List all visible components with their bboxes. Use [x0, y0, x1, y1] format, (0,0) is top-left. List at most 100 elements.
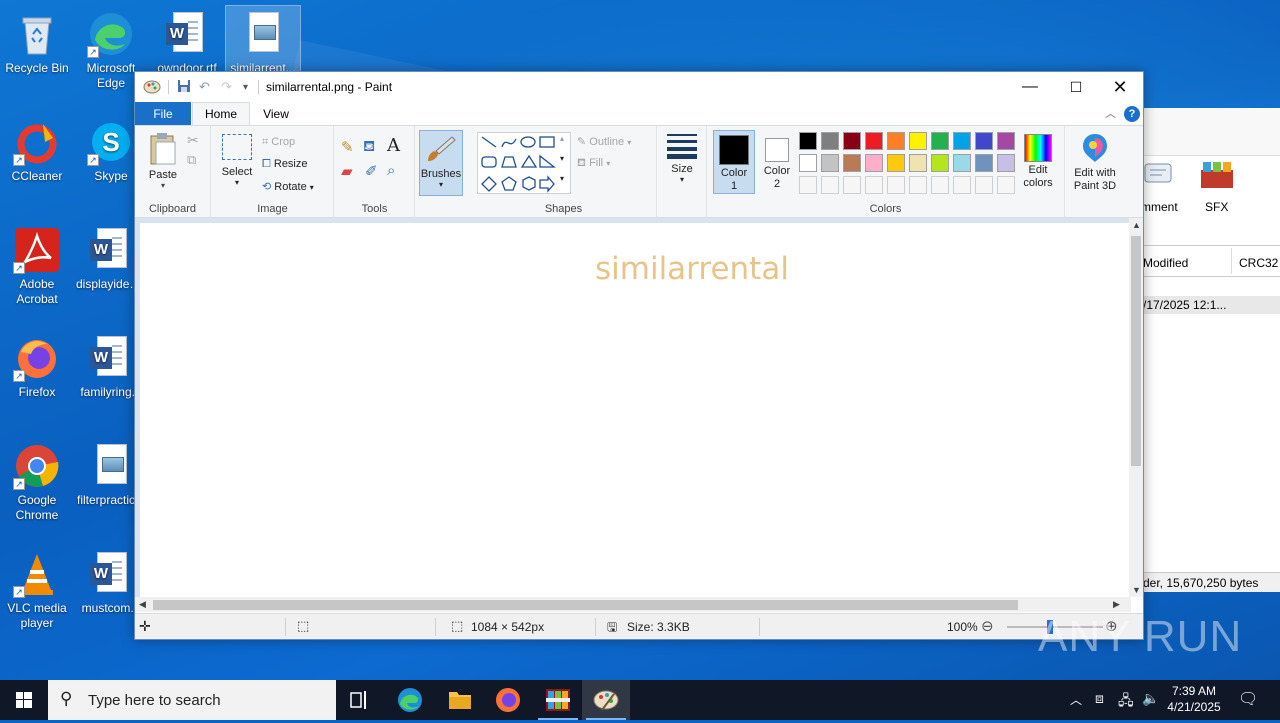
palette-swatch[interactable] [997, 132, 1015, 150]
help-button[interactable]: ? [1124, 106, 1140, 122]
task-view-button[interactable] [336, 680, 384, 720]
tab-view[interactable]: View [251, 102, 301, 126]
title-bar[interactable]: ↶ ↷ ▾ similarrental.png - Paint — ☐ ✕ [135, 72, 1143, 102]
network-icon[interactable]: 🖧 [1118, 690, 1134, 714]
palette-swatch[interactable] [821, 132, 839, 150]
palette-swatch[interactable] [843, 132, 861, 150]
scroll-down-icon[interactable]: ▼ [1132, 585, 1141, 595]
color2-button[interactable]: Color 2 [757, 130, 797, 194]
tab-home[interactable]: Home [192, 102, 250, 126]
desktop-icon-adobe-acrobat[interactable]: ↗ Adobe Acrobat [0, 222, 74, 307]
column-crc32[interactable]: CRC32 [1239, 256, 1278, 270]
desktop-icon-firefox[interactable]: ↗ Firefox [0, 330, 74, 400]
palette-swatch[interactable] [865, 132, 883, 150]
scroll-up-icon[interactable]: ▲ [1132, 220, 1141, 230]
background-archive-window[interactable]: mment SFX Modified CRC32 /17/2025 12:1..… [1138, 108, 1280, 592]
maximize-button[interactable]: ☐ [1053, 72, 1099, 102]
collapse-ribbon-icon[interactable]: ︿ [1105, 105, 1116, 121]
edit-with-paint3d-button[interactable]: Edit with Paint 3D [1067, 130, 1123, 193]
paint-app-icon[interactable] [143, 79, 161, 98]
palette-swatch[interactable] [865, 154, 883, 172]
fill-bucket-icon[interactable]: ⛾ [363, 138, 375, 157]
desktop-icon-ccleaner[interactable]: ↗ CCleaner [0, 114, 74, 184]
drawing-canvas[interactable]: similarrental [140, 223, 1131, 597]
scroll-left-icon[interactable]: ◀ [139, 599, 146, 610]
scroll-right-icon[interactable]: ▶ [1113, 599, 1120, 610]
custom-color-slot[interactable] [953, 176, 971, 194]
palette-swatch[interactable] [909, 154, 927, 172]
palette-swatch[interactable] [931, 154, 949, 172]
palette-swatch[interactable] [799, 154, 817, 172]
taskbar-file-explorer-button[interactable] [436, 680, 484, 720]
brushes-button[interactable]: Brushes ▾ [419, 130, 463, 196]
vertical-scroll-thumb[interactable] [1131, 236, 1141, 466]
palette-swatch[interactable] [953, 154, 971, 172]
palette-swatch[interactable] [953, 132, 971, 150]
minimize-button[interactable]: — [1007, 72, 1053, 102]
palette-swatch[interactable] [975, 132, 993, 150]
desktop-icon-vlc[interactable]: ↗ VLC media player [0, 546, 74, 631]
customize-quick-access-icon[interactable]: ▾ [243, 82, 248, 93]
horizontal-scrollbar[interactable]: ◀ ▶ [135, 597, 1131, 612]
text-tool-icon[interactable]: A [387, 135, 400, 156]
shapes-gallery[interactable] [477, 132, 571, 194]
rotate-button[interactable]: ⟲ Rotate ▾ [262, 180, 314, 193]
outline-button[interactable]: ✎ Outline ▾ [577, 135, 631, 148]
custom-color-slot[interactable] [821, 176, 839, 194]
palette-swatch[interactable] [997, 154, 1015, 172]
desktop-icon-google-chrome[interactable]: ↗ Google Chrome [0, 438, 74, 523]
color-picker-icon[interactable]: ✐ [365, 162, 378, 180]
network-device-icon[interactable]: ⧈ [1095, 690, 1104, 707]
resize-button[interactable]: ⧠ Resize [262, 158, 308, 171]
vertical-scrollbar[interactable]: ▲ ▼ [1129, 218, 1143, 597]
select-button[interactable]: Select ▾ [218, 134, 256, 187]
fill-button[interactable]: ⛾ Fill ▾ [577, 157, 610, 171]
zoom-out-icon[interactable]: ⊖ [981, 617, 994, 635]
horizontal-scroll-thumb[interactable] [153, 600, 1018, 610]
save-icon[interactable] [177, 79, 191, 96]
edit-colors-button[interactable]: Edit colors [1017, 130, 1059, 190]
copy-icon[interactable]: ⧉ [187, 152, 196, 168]
shapes-scroll-down-icon[interactable]: ▾ [560, 154, 564, 163]
archive-list-row[interactable]: /17/2025 12:1... [1139, 296, 1280, 314]
comment-icon[interactable] [1143, 160, 1173, 188]
custom-color-slot[interactable] [997, 176, 1015, 194]
custom-color-slot[interactable] [931, 176, 949, 194]
taskbar-paint-button[interactable] [582, 680, 630, 720]
palette-swatch[interactable] [931, 132, 949, 150]
undo-icon[interactable]: ↶ [199, 79, 210, 95]
size-button[interactable]: Size ▾ [661, 132, 703, 184]
custom-color-slot[interactable] [909, 176, 927, 194]
tab-file[interactable]: File [135, 102, 191, 126]
taskbar-search-box[interactable]: ⚲ Type here to search [48, 680, 336, 720]
column-modified[interactable]: Modified [1143, 256, 1188, 270]
start-button[interactable] [0, 680, 48, 720]
desktop-icon-similarrental[interactable]: similarrent... [225, 5, 301, 75]
cut-icon[interactable]: ✂ [187, 132, 199, 149]
volume-icon[interactable]: 🔈 [1142, 690, 1159, 707]
sfx-icon[interactable] [1197, 160, 1237, 190]
pencil-icon[interactable]: ✎ [341, 138, 354, 156]
palette-swatch[interactable] [843, 154, 861, 172]
paste-button[interactable]: Paste ▾ [143, 132, 183, 190]
notifications-icon[interactable]: 🗨 [1238, 689, 1258, 709]
shapes-scroll-up-icon[interactable]: ▴ [560, 134, 564, 143]
desktop-icon-owndoor[interactable]: W owndoor.rtf [150, 6, 224, 76]
close-button[interactable]: ✕ [1097, 72, 1143, 102]
magnifier-icon[interactable]: ⌕ [387, 162, 395, 179]
paint-window[interactable]: ↶ ↷ ▾ similarrental.png - Paint — ☐ ✕ Fi… [134, 71, 1144, 640]
taskbar-firefox-button[interactable] [484, 680, 532, 720]
desktop-icon-recycle-bin[interactable]: Recycle Bin [0, 6, 74, 76]
palette-swatch[interactable] [821, 154, 839, 172]
palette-swatch[interactable] [799, 132, 817, 150]
palette-swatch[interactable] [909, 132, 927, 150]
show-hidden-icons-icon[interactable]: ︿ [1070, 691, 1082, 708]
color1-button[interactable]: Color 1 [713, 130, 755, 194]
palette-swatch[interactable] [975, 154, 993, 172]
clock[interactable]: 7:39 AM 4/21/2025 [1162, 683, 1226, 715]
custom-color-slot[interactable] [799, 176, 817, 194]
taskbar-winrar-button[interactable] [534, 680, 582, 720]
palette-swatch[interactable] [887, 154, 905, 172]
eraser-icon[interactable]: ▰ [341, 162, 353, 180]
shapes-expand-icon[interactable]: ▾ [560, 174, 564, 183]
